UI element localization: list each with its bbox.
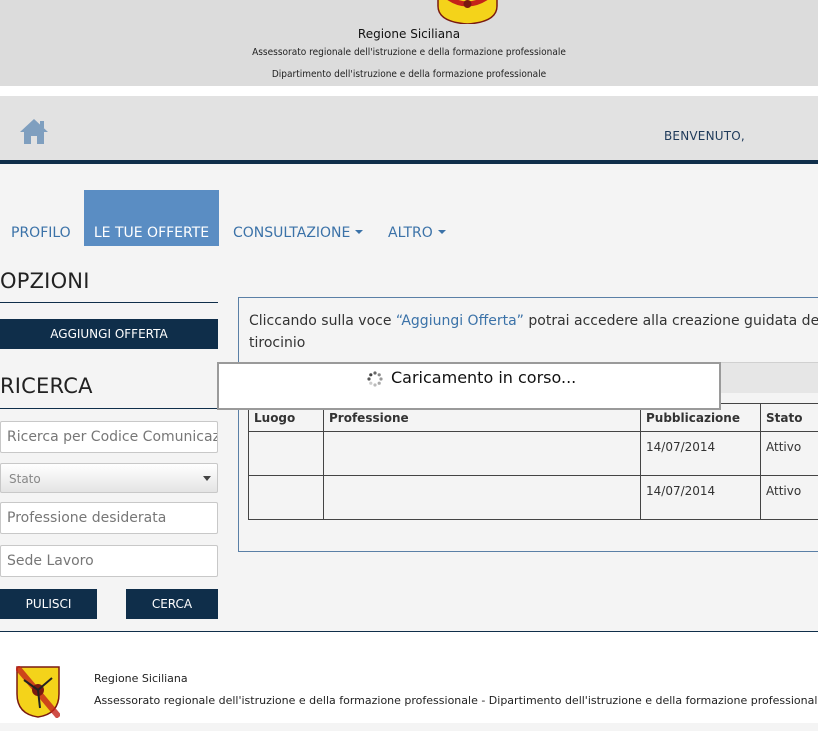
caret-down-icon — [355, 230, 364, 234]
footer-subtitle: Assessorato regionale dell'istruzione e … — [94, 694, 818, 707]
column-header-stato[interactable]: Stato — [760, 403, 818, 432]
add-offer-link[interactable]: “Aggiungi Offerta” — [396, 313, 524, 329]
home-icon[interactable] — [18, 117, 50, 145]
caret-down-icon — [437, 230, 446, 234]
cell-stato: Attivo — [760, 475, 818, 520]
regione-siciliana-logo — [437, 0, 498, 24]
regione-siciliana-footer-logo — [16, 666, 60, 718]
institution-subtitle-dipartimento: Dipartimento dell'istruzione e della for… — [271, 69, 547, 80]
search-divider — [0, 408, 218, 409]
communication-code-input[interactable]: Ricerca per Codice Comunicazione — [0, 421, 218, 453]
table-row[interactable]: 14/07/2014 Attivo — [248, 431, 818, 476]
footer: Regione Siciliana Assessorato regionale … — [0, 631, 818, 731]
clear-button[interactable]: PULISCI — [0, 589, 97, 619]
main-tabs: PROFILO LE TUE OFFERTE CONSULTAZIONE ALT… — [0, 190, 818, 246]
tab-label: CONSULTAZIONE — [233, 225, 351, 241]
loading-dialog: Caricamento in corso... — [217, 362, 721, 410]
info-suffix: potrai accedere alla creazione guidata d… — [523, 313, 818, 329]
add-offer-button[interactable]: AGGIUNGI OFFERTA — [0, 319, 218, 349]
info-line-2: tirocinio — [249, 335, 306, 351]
tab-label: ALTRO — [388, 225, 433, 241]
bottom-strip — [0, 723, 818, 731]
tab-le-tue-offerte[interactable]: LE TUE OFFERTE — [84, 190, 219, 246]
location-input[interactable]: Sede Lavoro — [0, 545, 218, 577]
options-title: OPZIONI — [0, 269, 90, 293]
cell-pubblicazione: 14/07/2014 — [640, 475, 761, 520]
tab-consultazione[interactable]: CONSULTAZIONE — [233, 190, 364, 246]
search-button[interactable]: CERCA — [126, 589, 218, 619]
tab-altro[interactable]: ALTRO — [388, 190, 446, 246]
options-divider — [0, 302, 218, 303]
welcome-text: BENVENUTO, — [664, 129, 745, 143]
top-navbar: BENVENUTO, — [0, 96, 818, 164]
cell-professione — [323, 431, 641, 476]
cell-luogo — [248, 475, 324, 520]
info-line-1: Cliccando sulla voce “Aggiungi Offerta” … — [249, 310, 818, 332]
spinner-icon — [367, 371, 383, 387]
tab-label: LE TUE OFFERTE — [93, 225, 210, 241]
table-row[interactable]: 14/07/2014 Attivo — [248, 475, 818, 520]
cell-luogo — [248, 431, 324, 476]
search-title: RICERCA — [0, 374, 93, 398]
institution-header: Regione Siciliana Assessorato regionale … — [0, 0, 818, 86]
header-separator — [0, 86, 818, 96]
loading-text: Caricamento in corso... — [391, 368, 577, 387]
page: Regione Siciliana Assessorato regionale … — [0, 0, 818, 731]
profession-input[interactable]: Professione desiderata — [0, 502, 218, 534]
select-caret-icon — [203, 476, 211, 481]
tab-label: PROFILO — [11, 225, 71, 241]
offers-panel: Cliccando sulla voce “Aggiungi Offerta” … — [238, 297, 818, 552]
institution-title: Regione Siciliana — [357, 27, 461, 41]
info-text: Cliccando sulla voce “Aggiungi Offerta” … — [249, 310, 818, 354]
footer-title: Regione Siciliana — [94, 672, 188, 685]
cell-pubblicazione: 14/07/2014 — [640, 431, 761, 476]
status-select[interactable]: Stato — [0, 463, 218, 493]
info-prefix: Cliccando sulla voce — [249, 313, 396, 329]
offers-table: Luogo Professione Pubblicazione Stato 14… — [248, 403, 818, 520]
cell-stato: Attivo — [760, 431, 818, 476]
tab-profilo[interactable]: PROFILO — [11, 190, 71, 246]
status-select-value: Stato — [9, 472, 41, 486]
cell-professione — [323, 475, 641, 520]
institution-subtitle-assessorato: Assessorato regionale dell'istruzione e … — [252, 47, 566, 58]
